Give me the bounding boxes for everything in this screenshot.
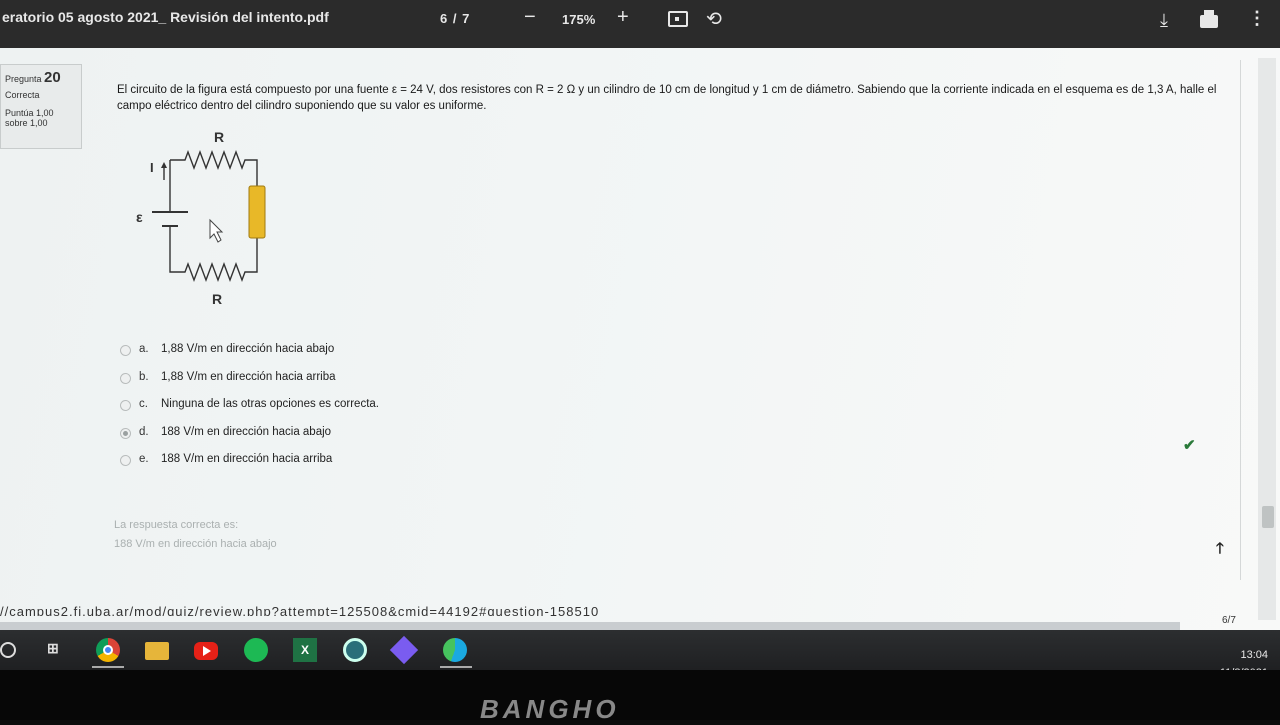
top-resistor-label: R — [214, 129, 224, 145]
pdf-toolbar: eratorio 05 agosto 2021_ Revisión del in… — [0, 0, 1280, 48]
option-letter: d. — [139, 425, 149, 438]
youtube-icon[interactable] — [194, 642, 218, 660]
active-app-indicator — [92, 666, 124, 668]
scroll-top-arrow-icon[interactable]: 🡑 — [1216, 538, 1224, 563]
question-status: Correcta — [5, 90, 40, 100]
score-max: sobre 1,00 — [5, 118, 48, 128]
more-options-icon[interactable]: ⋮ — [1248, 8, 1266, 29]
app-diamond-icon[interactable] — [389, 635, 419, 665]
chrome-icon[interactable] — [96, 638, 120, 662]
radio-button[interactable] — [120, 455, 131, 466]
zoom-out-button[interactable]: − — [524, 6, 536, 29]
page-mark: 6/7 — [1222, 615, 1236, 626]
cylinder — [248, 185, 266, 239]
option-letter: e. — [139, 453, 149, 465]
score-line: Puntúa 1,00 — [5, 108, 54, 118]
task-view-icon[interactable]: ⊞ — [47, 640, 71, 664]
vertical-scrollbar[interactable] — [1258, 58, 1276, 620]
download-icon[interactable]: ⤓ — [1160, 10, 1168, 31]
option-text: 188 V/m en dirección hacia arriba — [161, 453, 333, 465]
option-text: 1,88 V/m en dirección hacia arriba — [161, 370, 336, 383]
page-footer-url: //campus2.fi.uba.ar/mod/quiz/review.php?… — [0, 604, 600, 616]
fit-page-icon[interactable] — [668, 11, 688, 27]
feedback-answer: 188 V/m en dirección hacia abajo — [114, 538, 277, 550]
current-label: I — [150, 160, 154, 175]
bottom-resistor-label: R — [212, 291, 222, 307]
zoom-in-button[interactable]: + — [617, 6, 629, 29]
scrollbar-thumb[interactable] — [1262, 506, 1274, 528]
question-info-box: Pregunta 20 Correcta Puntúa 1,00 sobre 1… — [0, 64, 82, 149]
zoom-level[interactable]: 175% — [562, 12, 595, 27]
radio-button[interactable] — [120, 345, 131, 356]
correct-check-icon: ✔ — [1183, 437, 1196, 454]
radio-button[interactable] — [120, 372, 131, 384]
document-title: eratorio 05 agosto 2021_ Revisión del in… — [2, 9, 329, 25]
brand-logo: BANGHO — [480, 694, 620, 724]
media-player-icon[interactable] — [343, 638, 367, 662]
clock-time: 13:04 — [1240, 649, 1268, 661]
page-border — [1240, 60, 1241, 580]
spotify-icon[interactable] — [244, 638, 268, 662]
file-explorer-icon[interactable] — [145, 642, 169, 660]
excel-icon[interactable]: X — [293, 638, 317, 662]
active-app-indicator — [440, 666, 472, 668]
option-text: 188 V/m en dirección hacia abajo — [161, 425, 332, 438]
question-label: Pregunta — [5, 74, 42, 84]
option-letter: b. — [139, 370, 149, 383]
option-text: 1,88 V/m en dirección hacia abajo — [161, 343, 335, 355]
top-resistor — [170, 150, 258, 186]
edge-icon[interactable] — [443, 638, 467, 662]
windows-taskbar: ⊞ X 13:04 11/8/2021 — [0, 630, 1280, 679]
radio-button-selected[interactable] — [120, 427, 131, 439]
laptop-bezel — [0, 670, 1280, 720]
current-arrowhead — [161, 162, 167, 168]
mouse-cursor-icon — [209, 218, 224, 243]
circuit-diagram: R R I ε — [136, 129, 266, 307]
radio-button[interactable] — [120, 400, 131, 411]
source-label: ε — [136, 209, 143, 225]
option-text: Ninguna de las otras opciones es correct… — [161, 398, 379, 410]
question-text: El circuito de la figura está compuesto … — [117, 84, 1217, 112]
page-indicator[interactable]: 6 / 7 — [440, 11, 470, 26]
feedback-label: La respuesta correcta es: — [114, 519, 239, 531]
search-icon[interactable] — [0, 642, 16, 658]
option-letter: c. — [139, 398, 148, 410]
print-icon[interactable] — [1200, 10, 1218, 28]
bottom-resistor — [169, 238, 258, 282]
feedback-box: La respuesta correcta es: 188 V/m en dir… — [114, 516, 277, 554]
rotate-icon[interactable]: ⟲ — [706, 8, 722, 31]
question-number: 20 — [44, 69, 61, 86]
option-letter: a. — [139, 343, 149, 355]
